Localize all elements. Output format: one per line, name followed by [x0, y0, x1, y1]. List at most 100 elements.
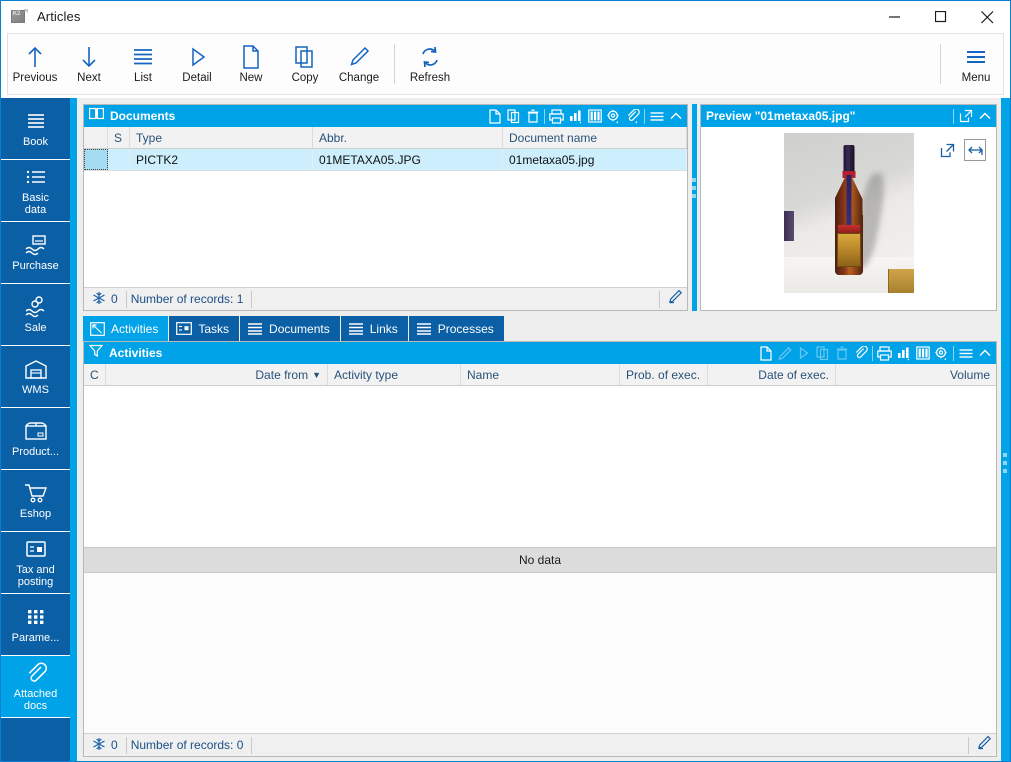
documents-col-s[interactable]: S	[108, 127, 130, 148]
tab-activities[interactable]: Activities	[83, 316, 169, 341]
activities-col-volume[interactable]: Volume	[836, 364, 996, 385]
sidebar-item-basic-data[interactable]: Basic data	[1, 160, 70, 222]
sidebar-item-eshop[interactable]: Eshop	[1, 470, 70, 532]
toolbar-copy-button[interactable]: Copy	[278, 34, 332, 94]
toolbar-menu-button[interactable]: Menu	[949, 34, 1003, 94]
tab-links[interactable]: Links	[341, 316, 409, 341]
documents-columns-icon[interactable]	[585, 106, 604, 126]
activities-no-data-message: No data	[84, 547, 996, 573]
documents-col-type[interactable]: Type	[130, 127, 313, 148]
toolbar-new-button[interactable]: New	[224, 34, 278, 94]
documents-delete-trash-icon[interactable]	[523, 106, 542, 126]
preview-image	[784, 133, 914, 293]
documents-col-abbr[interactable]: Abbr.	[313, 127, 503, 148]
activities-col-name[interactable]: Name	[461, 364, 620, 385]
horizontal-splitter[interactable]	[688, 104, 700, 311]
preview-image-open-external-icon[interactable]	[936, 139, 958, 161]
activities-snowflake-segment[interactable]: 0	[88, 737, 127, 754]
activities-col-c[interactable]: C	[84, 364, 106, 385]
right-accent-rail[interactable]	[1001, 98, 1010, 761]
activities-hamburger-menu-icon[interactable]	[956, 343, 975, 363]
warehouse-icon	[23, 357, 49, 381]
tab-tasks[interactable]: Tasks	[169, 316, 240, 341]
sidebar-item-attached-docs[interactable]: Attached docs	[1, 656, 70, 718]
preview-collapse-chevron-icon[interactable]	[975, 106, 994, 126]
toolbar-change-button[interactable]: Change	[332, 34, 386, 94]
activities-collapse-chevron-icon[interactable]	[975, 343, 994, 363]
documents-edit-button[interactable]	[659, 291, 683, 308]
toolbar-refresh-button[interactable]: Refresh	[403, 34, 457, 94]
tab-processes[interactable]: Processes	[409, 316, 505, 341]
documents-panel: Documents	[83, 104, 688, 311]
sidebar-label-attached-docs: Attached docs	[14, 688, 57, 712]
sidebar-accent-rail	[70, 98, 77, 761]
book-lines-icon	[23, 109, 49, 133]
documents-hamburger-menu-icon[interactable]	[647, 106, 666, 126]
preview-fit-width-icon[interactable]	[964, 139, 986, 161]
activities-edit-button[interactable]	[968, 737, 992, 754]
activities-col-date-from[interactable]: Date from ▼	[106, 364, 328, 385]
documents-collapse-chevron-icon[interactable]	[666, 106, 685, 126]
toolbar-right-group: Menu	[932, 34, 1003, 94]
tab-label-tasks: Tasks	[198, 322, 229, 336]
sidebar-label-purchase: Purchase	[12, 260, 58, 272]
main-content: Documents	[77, 98, 1001, 761]
application-window: Articles Previous	[0, 0, 1011, 762]
toolbar-next-button[interactable]: Next	[62, 34, 116, 94]
activities-grid-filler	[84, 573, 996, 734]
minimize-button[interactable]	[872, 1, 918, 33]
window-title: Articles	[37, 9, 80, 24]
toolbar-divider-1	[394, 44, 395, 84]
app-icon	[10, 9, 28, 25]
tab-bar: Activities Tasks Documents	[77, 316, 1001, 341]
activities-new-document-icon[interactable]	[756, 343, 775, 363]
sidebar-item-book[interactable]: Book	[1, 98, 70, 160]
preview-image-area[interactable]	[701, 127, 996, 310]
activities-columns-icon[interactable]	[913, 343, 932, 363]
preview-open-external-icon[interactable]	[956, 106, 975, 126]
activities-col-prob-of-exec[interactable]: Prob. of exec.	[620, 364, 708, 385]
documents-settings-gear-icon[interactable]	[604, 106, 623, 126]
close-button[interactable]	[964, 1, 1010, 33]
preview-panel: Preview "01metaxa05.jpg"	[700, 104, 997, 311]
row-selection-marker[interactable]	[84, 149, 108, 170]
maximize-button[interactable]	[918, 1, 964, 33]
documents-new-document-icon[interactable]	[485, 106, 504, 126]
toolbar-list-button[interactable]: List	[116, 34, 170, 94]
documents-print-icon[interactable]	[547, 106, 566, 126]
table-row[interactable]: PICTK2 01METAXA05.JPG 01metaxa05.jpg	[84, 149, 687, 171]
sidebar-item-parameters[interactable]: Parame...	[1, 594, 70, 656]
paperclip-icon	[24, 661, 48, 685]
toolbar-detail-button[interactable]: Detail	[170, 34, 224, 94]
documents-col-document-name[interactable]: Document name	[503, 127, 687, 148]
sidebar-item-wms[interactable]: WMS	[1, 346, 70, 408]
activities-col-activity-type[interactable]: Activity type	[328, 364, 461, 385]
documents-copy-icon[interactable]	[504, 106, 523, 126]
activities-panel: Activities	[83, 341, 997, 757]
activities-settings-gear-icon[interactable]	[932, 343, 951, 363]
activities-col-date-of-exec[interactable]: Date of exec.	[708, 364, 836, 385]
activities-chart-bar-icon[interactable]	[894, 343, 913, 363]
activities-paperclip-icon[interactable]	[851, 343, 870, 363]
activities-print-icon[interactable]	[875, 343, 894, 363]
sidebar-label-production: Product...	[12, 446, 59, 458]
toolbar-previous-button[interactable]: Previous	[8, 34, 62, 94]
bullet-list-icon	[23, 165, 49, 189]
documents-snowflake-segment[interactable]: 0	[88, 291, 127, 308]
sidebar-item-production[interactable]: Product...	[1, 408, 70, 470]
sidebar-item-tax-and-posting[interactable]: Tax and posting	[1, 532, 70, 594]
tab-documents[interactable]: Documents	[240, 316, 341, 341]
documents-paperclip-icon[interactable]	[623, 106, 642, 126]
sidebar-label-sale: Sale	[24, 322, 46, 334]
shopping-cart-icon	[22, 481, 50, 505]
documents-chart-bar-icon[interactable]	[566, 106, 585, 126]
documents-toolbar-divider-2	[644, 109, 645, 124]
toolbar-copy-label: Copy	[292, 72, 319, 85]
documents-panel-title: Documents	[110, 109, 175, 123]
activities-col-date-from-label: Date from	[255, 368, 308, 382]
sidebar-item-purchase[interactable]: Purchase	[1, 222, 70, 284]
sidebar-item-sale[interactable]: Sale	[1, 284, 70, 346]
toolbar-refresh-label: Refresh	[410, 72, 450, 85]
tab-label-documents: Documents	[269, 322, 330, 336]
documents-col-marker[interactable]	[84, 127, 108, 148]
